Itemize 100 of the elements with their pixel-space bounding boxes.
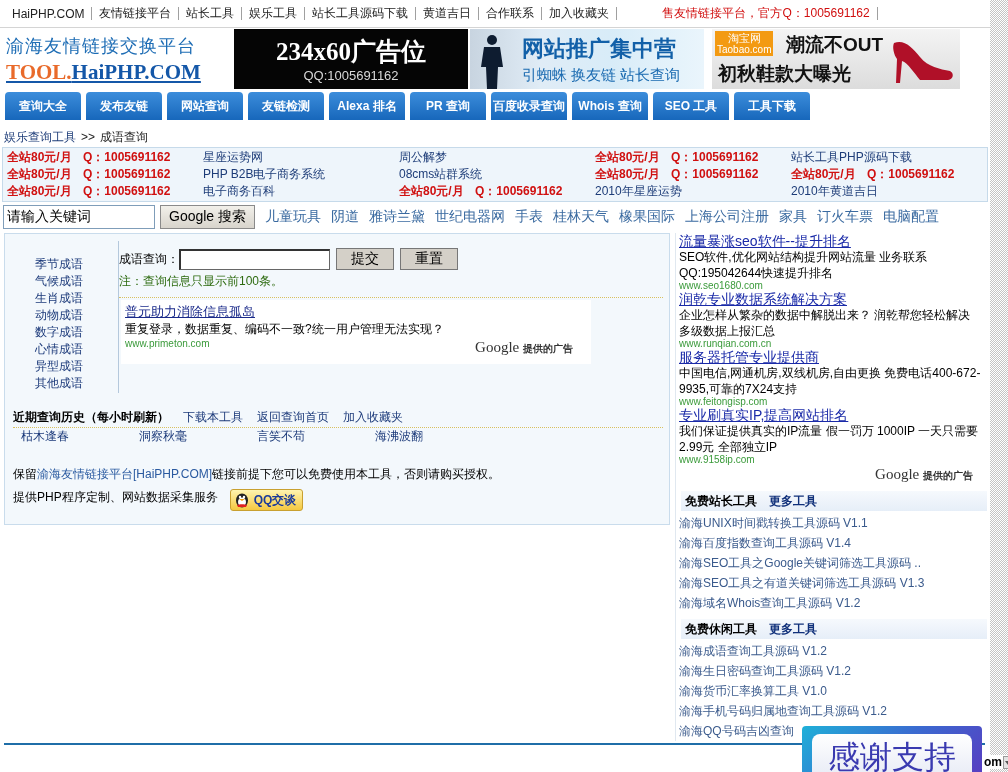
top-nav-link[interactable]: 站长工具源码下载 <box>312 5 409 22</box>
nav-tab[interactable]: Whois 查询 <box>572 92 648 120</box>
promo-link[interactable]: 全站80元/月 Q：1005691162 <box>595 166 759 183</box>
category-link[interactable]: 心情成语 <box>34 341 83 358</box>
keyword-link[interactable]: 雅诗兰黛 <box>369 208 426 226</box>
top-nav-link[interactable]: 加入收藏夹 <box>549 5 610 22</box>
history-action-link[interactable]: 下载本工具 <box>183 409 243 426</box>
banner-title: 潮流不OUT <box>786 33 884 57</box>
keyword-link[interactable]: 桂林天气 <box>553 208 610 226</box>
ad-url: www.runqian.com.cn <box>679 339 772 349</box>
promo-link[interactable]: 全站80元/月 Q：1005691162 <box>399 183 563 200</box>
nav-tab[interactable]: PR 查询 <box>410 92 486 120</box>
ad-title-link[interactable]: 润乾专业数据系统解决方案 <box>679 291 847 307</box>
history-idiom-link[interactable]: 洞察秋毫 <box>139 428 187 444</box>
query-label: 成语查询： <box>119 250 179 268</box>
ad-link[interactable]: 2010年星座运势 <box>595 183 682 200</box>
keyword-link[interactable]: 橡果国际 <box>619 208 676 226</box>
more-tools-link[interactable]: 更多工具 <box>769 620 817 638</box>
nav-tab[interactable]: 工具下载 <box>734 92 810 120</box>
category-link[interactable]: 生肖成语 <box>34 290 83 307</box>
ad-link[interactable]: 2010年黄道吉日 <box>791 183 878 200</box>
category-link[interactable]: 数字成语 <box>34 324 83 341</box>
tool-link[interactable]: 渝海生日密码查询工具源码 V1.2 <box>679 661 852 681</box>
category-link[interactable]: 其他成语 <box>34 375 83 392</box>
cut-off-label: om <box>984 755 1002 769</box>
ad-text: 我们保证提供真实的IP流量 假一罚万 1000IP 一天只需要2.99元 全部独立IP <box>679 423 980 455</box>
ad-link[interactable]: 电子商务百科 <box>203 183 275 200</box>
ad-title-link[interactable]: 专业刷真实IP,提高网站排名 <box>679 407 849 423</box>
breadcrumb-link[interactable]: 娱乐查询工具 <box>4 128 76 146</box>
history-action-link[interactable]: 加入收藏夹 <box>343 409 403 426</box>
ad-title-link[interactable]: 流量暴涨seo软件--提升排名 <box>679 233 851 249</box>
history-idiom-link[interactable]: 枯木逢春 <box>21 428 69 444</box>
keyword-link[interactable]: 订火车票 <box>817 208 874 226</box>
history-idiom-link[interactable]: 言笑不苟 <box>257 428 305 444</box>
tool-link[interactable]: 渝海手机号码归属地查询工具源码 V1.2 <box>679 701 888 721</box>
search-field[interactable]: 请输入关键词 <box>3 205 155 229</box>
promo-link[interactable]: 全站80元/月 Q：1005691162 <box>7 166 171 183</box>
ad-text: 企业怎样从繁杂的数据中解脱出来？ 润乾帮您轻松解决多级数据上报汇总 <box>679 307 972 339</box>
logo-domain[interactable]: TOOL.HaiPHP.COM <box>6 59 201 85</box>
ad-link[interactable]: 周公解梦 <box>399 149 447 166</box>
ad-banner[interactable]: 234x60广告位 QQ:1005691162 <box>234 29 468 89</box>
ad-title-link[interactable]: 普元助力消除信息孤岛 <box>125 303 255 321</box>
tool-link[interactable]: 渝海SEO工具之有道关键词筛选工具源码 V1.3 <box>679 573 925 593</box>
category-link[interactable]: 季节成语 <box>34 256 83 273</box>
history-action-link[interactable]: 返回查询首页 <box>257 409 329 426</box>
category-link[interactable]: 异型成语 <box>34 358 83 375</box>
nav-tab[interactable]: SEO 工具 <box>653 92 729 120</box>
tool-link[interactable]: 渝海百度指数查询工具源码 V1.4 <box>679 533 852 553</box>
tool-link[interactable]: 渝海SEO工具之Google关键词筛选工具源码 .. <box>679 553 922 573</box>
keyword-link[interactable]: 手表 <box>515 208 544 226</box>
service-text: 提供PHP程序定制、网站数据采集服务 <box>13 489 218 506</box>
ad-link[interactable]: PHP B2B电子商务系统 <box>203 166 326 183</box>
top-nav-link[interactable]: 友情链接平台 <box>99 5 172 22</box>
tool-link[interactable]: 渝海域名Whois查询工具源码 V1.2 <box>679 593 861 613</box>
category-link[interactable]: 动物成语 <box>34 307 83 324</box>
promo-link[interactable]: 全站80元/月 Q：1005691162 <box>7 149 171 166</box>
keyword-link[interactable]: 阴道 <box>331 208 360 226</box>
submit-button[interactable]: 提交 <box>336 248 394 270</box>
nav-tab[interactable]: 网站查询 <box>167 92 243 120</box>
more-tools-link[interactable]: 更多工具 <box>769 492 817 510</box>
promo-link[interactable]: 全站80元/月 Q：1005691162 <box>791 166 955 183</box>
promo-link[interactable]: 全站80元/月 Q：1005691162 <box>595 149 759 166</box>
ad-text: 中国电信,网通机房,双线机房,自由更换 免费电话400-672-9935,可靠的7X24支持 <box>679 365 982 397</box>
nav-tab[interactable]: 查询大全 <box>5 92 81 120</box>
top-nav-link[interactable]: 合作联系 <box>486 5 535 22</box>
nav-tab[interactable]: 百度收录查询 <box>491 92 567 120</box>
keyword-link[interactable]: 家具 <box>779 208 808 226</box>
keyword-link[interactable]: 儿童玩具 <box>265 208 322 226</box>
tool-link[interactable]: 渝海QQ号码吉凶查询 <box>679 721 794 741</box>
promo-link[interactable]: 全站80元/月 Q：1005691162 <box>7 183 171 200</box>
ad-link[interactable]: 站长工具PHP源码下载 <box>791 149 912 166</box>
qq-chat-button[interactable]: QQ交谈 <box>229 489 304 511</box>
history-idiom-link[interactable]: 海沸波翻 <box>375 428 423 444</box>
nav-tab[interactable]: Alexa 排名 <box>329 92 405 120</box>
top-nav-link[interactable]: 娱乐工具 <box>249 5 298 22</box>
ad-link[interactable]: 星座运势网 <box>203 149 263 166</box>
ad-url: www.seo1680.com <box>679 281 763 291</box>
platform-link[interactable]: 渝海友情链接平台[HaiPHP.COM] <box>37 467 213 481</box>
top-nav-link[interactable]: 黄道吉日 <box>423 5 472 22</box>
search-button[interactable]: Google 搜索 <box>160 205 256 229</box>
popup-panel[interactable]: 感谢支持 <box>802 726 982 772</box>
reset-button[interactable]: 重置 <box>400 248 458 270</box>
nav-tab[interactable]: 友链检测 <box>248 92 324 120</box>
keyword-link[interactable]: 上海公司注册 <box>685 208 770 226</box>
category-link[interactable]: 气候成语 <box>34 273 83 290</box>
figure-silhouette-drawing <box>478 33 506 89</box>
top-nav-link[interactable]: 站长工具 <box>186 5 235 22</box>
keyword-link[interactable]: 电脑配置 <box>883 208 940 226</box>
ad-banner[interactable]: 淘宝网 Taobao.com 潮流不OUT 初秋鞋款大曝光 <box>712 29 960 89</box>
ad-banner[interactable]: 网站推广集中营 引蜘蛛 换友链 站长查询 <box>470 29 704 89</box>
ad-title-link[interactable]: 服务器托管专业提供商 <box>679 349 819 365</box>
top-nav-link[interactable]: HaiPHP.COM <box>12 6 85 21</box>
tool-link[interactable]: 渝海成语查询工具源码 V1.2 <box>679 641 828 661</box>
ad-link[interactable]: 08cms站群系统 <box>399 166 483 183</box>
nav-tab[interactable]: 发布友链 <box>86 92 162 120</box>
section-title: 免费休闲工具 <box>685 620 757 638</box>
tool-link[interactable]: 渝海UNIX时间戳转换工具源码 V1.1 <box>679 513 868 533</box>
query-field[interactable] <box>179 248 330 270</box>
tool-link[interactable]: 渝海货币汇率换算工具 V1.0 <box>679 681 828 701</box>
keyword-link[interactable]: 世纪电器网 <box>435 208 506 226</box>
